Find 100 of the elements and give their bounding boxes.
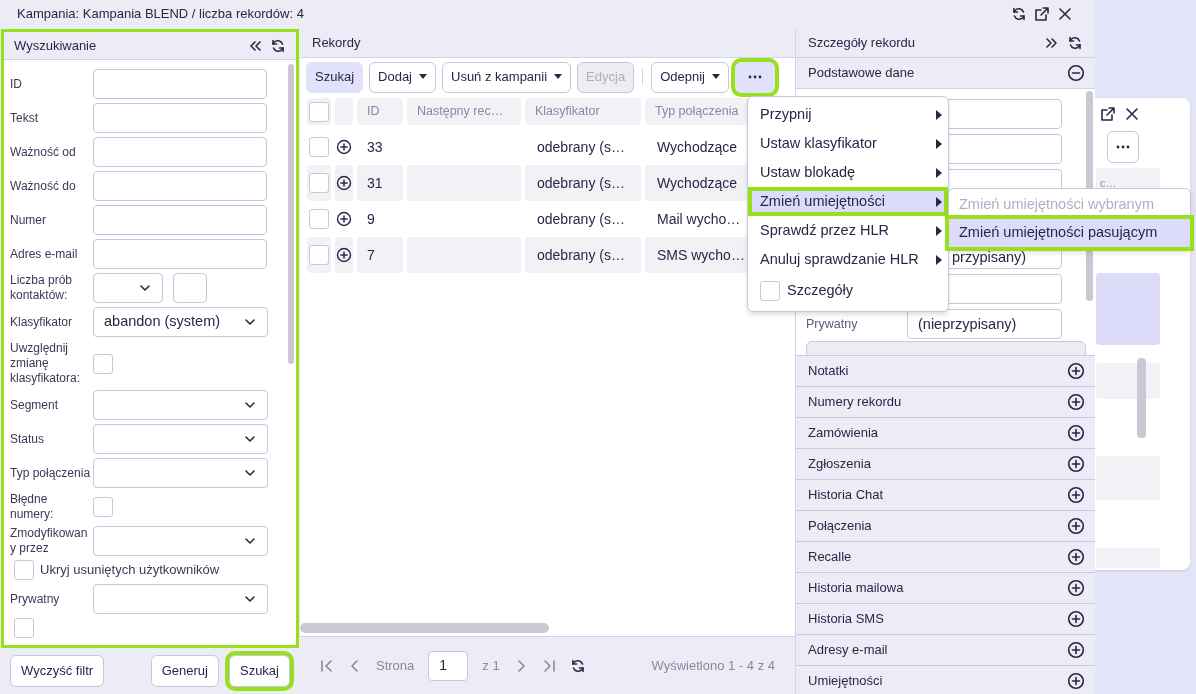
scrollbar[interactable] <box>1137 358 1146 438</box>
select-field[interactable] <box>93 458 268 488</box>
first-page-icon[interactable] <box>320 658 334 673</box>
caret-right-icon <box>936 196 942 207</box>
more-icon <box>746 75 763 79</box>
plus-circle-icon[interactable] <box>1067 610 1085 628</box>
menu-item[interactable]: Zmień umiejętności <box>748 187 948 216</box>
button[interactable]: Generuj <box>150 655 219 687</box>
field-label: ID <box>10 76 23 92</box>
select-field[interactable] <box>93 390 268 420</box>
collapse-icon[interactable] <box>248 38 262 53</box>
checkbox[interactable] <box>760 281 780 301</box>
plus-circle-icon[interactable] <box>1067 579 1085 597</box>
last-page-icon[interactable] <box>541 658 556 673</box>
input-field[interactable] <box>93 205 267 235</box>
field-label: Błędne numery: <box>10 492 55 522</box>
table-cell-text: 9 <box>366 209 376 229</box>
input-field[interactable]: (nieprzypisany) <box>907 309 1062 339</box>
input-field[interactable] <box>93 171 267 201</box>
caret-right-icon <box>936 167 942 178</box>
field-label: Ważność od <box>10 144 77 160</box>
caret-down-icon <box>554 74 563 80</box>
field-label: Zmodyfikowany przez <box>10 526 89 556</box>
caret-down-icon <box>419 74 427 80</box>
plus-circle-icon[interactable] <box>1067 424 1085 442</box>
plus-circle-icon[interactable] <box>1067 641 1085 659</box>
select-field[interactable] <box>93 584 268 614</box>
checkbox[interactable] <box>93 353 113 374</box>
checkbox[interactable] <box>309 173 329 193</box>
scrollbar[interactable] <box>288 64 294 364</box>
button[interactable]: Wyczyść filtr <box>10 655 105 687</box>
field-label: Numer <box>10 212 47 228</box>
table-cell-text: odebrany (s… <box>536 137 626 157</box>
plus-circle-icon[interactable] <box>336 175 352 191</box>
dropdown-button[interactable]: Dodaj <box>369 61 436 93</box>
select-field[interactable] <box>93 424 268 454</box>
field-label: Prywatny <box>806 315 859 333</box>
table-cell: 7 <box>357 237 403 273</box>
table-cell-text: 33 <box>366 137 384 157</box>
select-field[interactable] <box>93 526 268 556</box>
checkbox[interactable] <box>309 137 329 157</box>
caret-down-icon <box>711 74 720 80</box>
menu-item[interactable]: Szczegóły <box>748 274 948 308</box>
expand-icon[interactable] <box>1100 106 1116 122</box>
field-label: Prywatny <box>10 591 61 607</box>
plus-circle-icon[interactable] <box>1067 672 1085 690</box>
table-row <box>1096 456 1160 500</box>
dropdown-button[interactable]: Odepnij <box>651 61 729 93</box>
selected-row <box>1096 273 1160 345</box>
checkbox-label: Ukryj usuniętych użytkowników <box>40 561 220 580</box>
toolbar-button[interactable]: Szukaj <box>306 61 364 93</box>
checkbox[interactable] <box>14 618 34 638</box>
refresh-icon[interactable] <box>1011 6 1027 22</box>
checkbox[interactable] <box>93 497 113 517</box>
page-input[interactable]: 1 <box>428 650 469 681</box>
minus-circle-icon[interactable] <box>1067 64 1085 82</box>
input-field[interactable] <box>93 69 267 99</box>
page-label: Strona <box>376 656 415 675</box>
menu-item[interactable]: Ustaw klasyfikator <box>748 129 948 158</box>
plus-circle-icon[interactable] <box>336 247 352 263</box>
plus-circle-icon[interactable] <box>1067 548 1085 566</box>
dropdown-button[interactable]: Usuń z kampanii <box>442 61 572 93</box>
plus-circle-icon[interactable] <box>1067 393 1085 411</box>
select-field[interactable] <box>93 273 163 303</box>
plus-circle-icon[interactable] <box>1067 517 1085 535</box>
record-count: Wyświetlono 1 - 4 z 4 <box>651 656 775 675</box>
select-field[interactable]: abandon (system) <box>93 307 268 337</box>
close-icon[interactable] <box>1124 106 1140 122</box>
input-field[interactable] <box>93 103 267 133</box>
plus-circle-icon[interactable] <box>1067 455 1085 473</box>
input-field[interactable] <box>93 137 267 167</box>
plus-circle-icon[interactable] <box>336 139 352 155</box>
scrollbar[interactable] <box>300 623 549 633</box>
plus-circle-icon[interactable] <box>1067 362 1085 380</box>
close-icon[interactable] <box>1057 6 1073 22</box>
field-label: Klasyfikator <box>10 314 74 330</box>
field-label: Typ połączenia <box>10 465 92 481</box>
expand-icon[interactable] <box>1045 35 1059 50</box>
plus-circle-icon[interactable] <box>336 211 352 227</box>
field-label: Segment <box>10 397 60 413</box>
checkbox[interactable] <box>14 560 34 580</box>
table-cell-text: Wychodzące <box>656 137 739 157</box>
caret-right-icon <box>936 254 942 265</box>
plus-circle-icon[interactable] <box>1067 486 1085 504</box>
checkbox[interactable] <box>309 101 329 122</box>
panel-title: Rekordy <box>312 33 361 52</box>
table-cell: odebrany (s… <box>525 165 641 201</box>
input-field[interactable] <box>173 273 207 303</box>
table-cell-text: odebrany (s… <box>536 209 626 229</box>
checkbox[interactable] <box>309 209 329 229</box>
refresh-icon[interactable] <box>569 657 586 674</box>
checkbox[interactable] <box>309 245 329 265</box>
expand-icon[interactable] <box>1034 6 1050 22</box>
panel-title: Szczegóły rekordu <box>808 33 916 52</box>
caret-right-icon <box>936 109 942 120</box>
refresh-icon[interactable] <box>1067 34 1083 51</box>
input-field[interactable] <box>93 239 267 269</box>
more-button[interactable] <box>1107 131 1139 163</box>
window-title: Kampania: Kampania BLEND / liczba rekordów: 4 <box>17 5 305 24</box>
refresh-icon[interactable] <box>270 37 286 54</box>
